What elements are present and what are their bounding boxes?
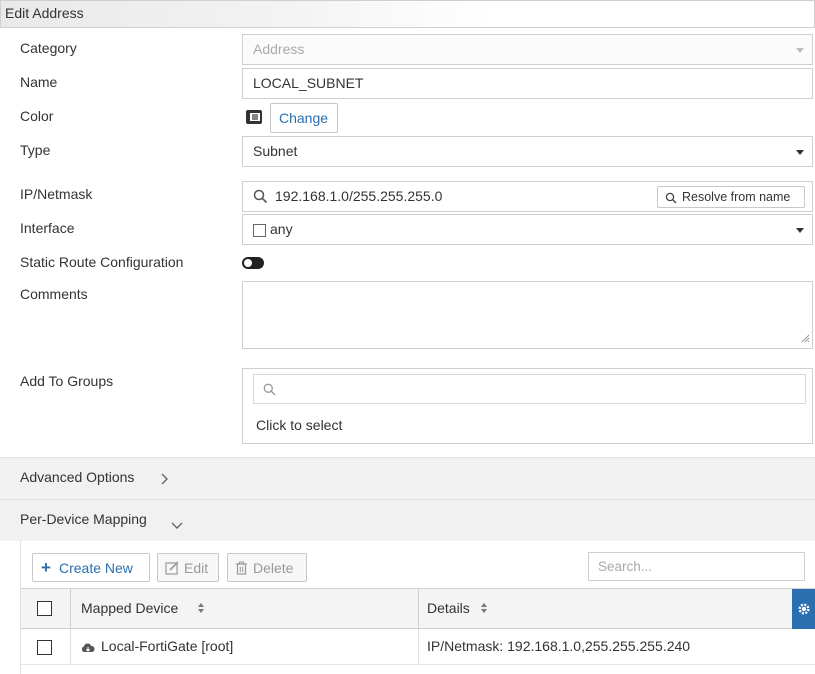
column-divider [70, 589, 71, 629]
cloud-device-icon [81, 641, 95, 657]
toggle-knob [244, 259, 252, 267]
static-route-label: Static Route Configuration [20, 254, 184, 270]
mapped-device-header[interactable]: Mapped Device [81, 600, 178, 616]
resize-handle-icon[interactable] [800, 330, 810, 346]
edit-icon [165, 561, 180, 578]
change-label: Change [279, 110, 329, 126]
dialog-title-bar: Edit Address [0, 0, 815, 28]
per-device-mapping-section[interactable]: Per-Device Mapping [0, 499, 815, 541]
type-label: Type [20, 142, 51, 158]
static-route-toggle[interactable] [242, 257, 264, 269]
name-label: Name [20, 74, 58, 90]
ip-netmask-label: IP/Netmask [20, 186, 93, 202]
chevron-down-icon [796, 149, 804, 155]
create-new-button[interactable]: + Create New [32, 553, 150, 582]
details-header[interactable]: Details [427, 600, 470, 616]
trash-icon [235, 561, 248, 578]
chevron-down-icon [171, 516, 183, 532]
delete-label: Delete [253, 560, 294, 576]
groups-search-input[interactable] [253, 374, 806, 404]
delete-button[interactable]: Delete [227, 553, 307, 582]
edit-label: Edit [184, 560, 209, 576]
mapping-panel: + Create New Edit Delete Search... Mappe… [20, 541, 815, 674]
per-device-mapping-label: Per-Device Mapping [20, 511, 147, 527]
resolve-from-name-button[interactable]: Resolve from name [657, 186, 805, 208]
mapping-table: Mapped Device Details Local-FortiGate [r [21, 588, 815, 674]
table-search-placeholder: Search... [598, 559, 653, 574]
add-to-groups-box[interactable]: Click to select [242, 368, 813, 444]
interface-port-icon [253, 224, 266, 237]
search-icon [263, 383, 276, 399]
select-all-checkbox[interactable] [37, 601, 52, 616]
sort-icon[interactable] [480, 601, 488, 617]
interface-select[interactable]: any [242, 214, 813, 245]
color-swatch-icon [245, 109, 263, 128]
search-icon [253, 189, 268, 207]
ip-netmask-input[interactable]: 192.168.1.0/255.255.255.0 Resolve from n… [242, 181, 813, 212]
comments-label: Comments [20, 286, 88, 302]
add-to-groups-label: Add To Groups [20, 373, 114, 389]
advanced-options-section[interactable]: Advanced Options [0, 457, 815, 499]
mapped-device-cell: Local-FortiGate [root] [101, 638, 234, 654]
row-checkbox[interactable] [37, 640, 52, 655]
type-value: Subnet [253, 143, 298, 159]
type-select[interactable]: Subnet [242, 136, 813, 167]
dialog-title: Edit Address [5, 5, 84, 21]
details-cell: IP/Netmask: 192.168.1.0,255.255.255.240 [427, 638, 691, 654]
comments-textarea[interactable] [242, 281, 813, 349]
table-row[interactable]: Local-FortiGate [root] IP/Netmask: 192.1… [21, 629, 815, 665]
category-select: Address [242, 34, 813, 65]
interface-value: any [270, 221, 293, 237]
table-header-row: Mapped Device Details [21, 589, 815, 629]
chevron-right-icon [160, 472, 168, 488]
ip-netmask-value: 192.168.1.0/255.255.255.0 [275, 188, 443, 204]
category-label: Category [20, 40, 77, 56]
table-search-input[interactable]: Search... [588, 552, 805, 581]
gear-icon [796, 601, 812, 620]
click-to-select[interactable]: Click to select [256, 417, 342, 433]
edit-button[interactable]: Edit [157, 553, 219, 582]
resolve-label: Resolve from name [682, 190, 791, 204]
category-value: Address [253, 41, 305, 57]
interface-label: Interface [20, 220, 75, 236]
chevron-down-icon [796, 47, 804, 53]
name-value: LOCAL_SUBNET [253, 75, 364, 91]
column-settings-button[interactable] [792, 589, 815, 629]
column-divider [418, 589, 419, 629]
sort-icon[interactable] [197, 601, 205, 617]
chevron-down-icon [796, 227, 804, 233]
color-change-button[interactable]: Change [270, 103, 338, 133]
create-new-label: Create New [59, 560, 133, 576]
advanced-options-label: Advanced Options [20, 469, 135, 485]
column-divider [70, 629, 71, 665]
color-label: Color [20, 108, 54, 124]
name-input[interactable]: LOCAL_SUBNET [242, 68, 813, 99]
search-icon [665, 191, 677, 207]
column-divider [418, 629, 419, 665]
plus-icon: + [41, 558, 51, 577]
